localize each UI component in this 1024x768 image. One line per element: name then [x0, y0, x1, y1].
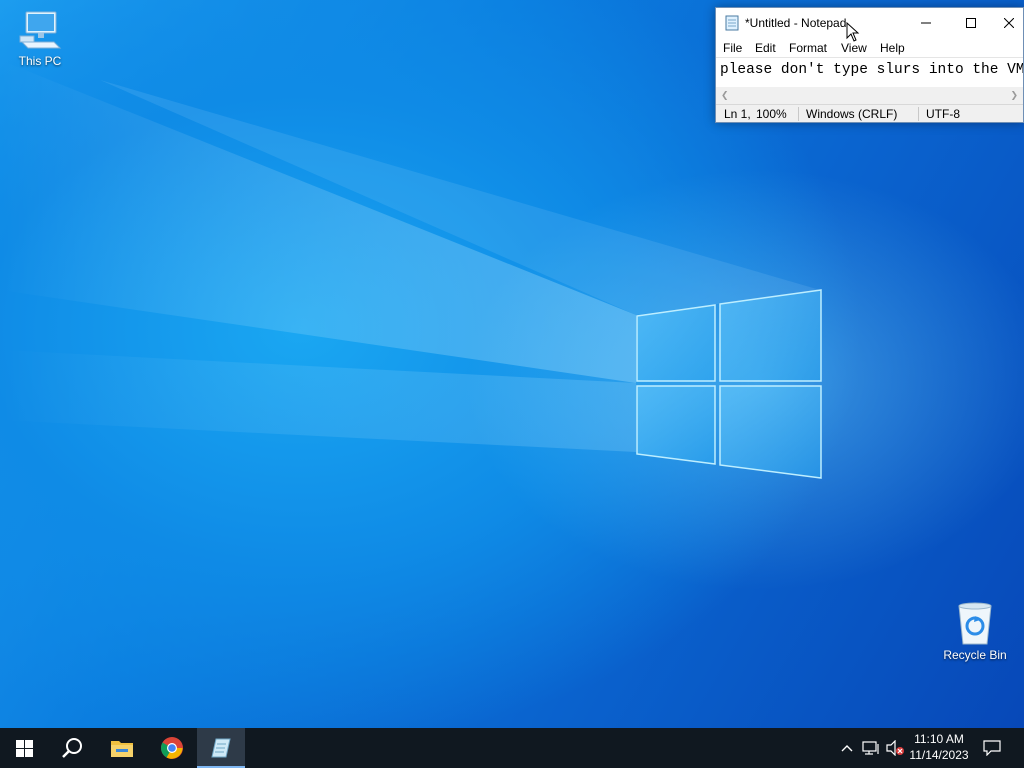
text-editor[interactable]: please don't type slurs into the VM. [716, 57, 1023, 87]
clock-time: 11:10 AM [914, 732, 964, 746]
clock-date: 11/14/2023 [909, 748, 969, 762]
this-pc-icon [19, 11, 62, 49]
taskbar: 11:10 AM 11/14/2023 [0, 728, 1024, 768]
taskbar-notepad[interactable] [197, 728, 245, 768]
notepad-titlebar[interactable]: *Untitled - Notepad [716, 8, 1023, 38]
notepad-icon [211, 738, 231, 758]
minimize-icon [920, 22, 931, 23]
close-button[interactable] [993, 8, 1024, 37]
status-divider [918, 107, 919, 121]
desktop-icon-this-pc[interactable]: This PC [2, 8, 78, 68]
minimize-button[interactable] [903, 8, 948, 37]
volume-muted-icon [886, 740, 904, 756]
menu-file[interactable]: File [723, 41, 742, 55]
network-status[interactable] [860, 728, 882, 768]
volume-control[interactable] [884, 728, 906, 768]
search-button[interactable] [48, 728, 96, 768]
maximize-button[interactable] [948, 8, 993, 37]
taskbar-chrome[interactable] [148, 728, 196, 768]
chevron-up-icon [841, 745, 853, 752]
scroll-right-arrow-icon[interactable]: ❯ [1010, 90, 1018, 101]
chrome-icon [161, 737, 183, 759]
notepad-icon [725, 15, 739, 31]
status-zoom: 100% [756, 107, 787, 121]
menu-view[interactable]: View [841, 41, 867, 55]
status-bar: Ln 1, 100% Windows (CRLF) UTF-8 [716, 104, 1023, 122]
taskbar-file-explorer[interactable] [98, 728, 146, 768]
maximize-icon [965, 17, 976, 28]
notification-icon [983, 740, 1001, 756]
desktop-icon-label: Recycle Bin [943, 648, 1007, 662]
search-icon [62, 738, 82, 758]
network-icon [862, 741, 879, 755]
menu-format[interactable]: Format [789, 41, 827, 55]
action-center-button[interactable] [978, 728, 1006, 768]
close-icon [1004, 17, 1014, 28]
show-hidden-icons-button[interactable] [838, 728, 856, 768]
scroll-left-arrow-icon[interactable]: ❮ [721, 90, 729, 101]
menu-edit[interactable]: Edit [755, 41, 776, 55]
menu-help[interactable]: Help [880, 41, 905, 55]
start-button[interactable] [0, 728, 48, 768]
status-line-ending: Windows (CRLF) [806, 107, 898, 121]
menu-bar: File Edit Format View Help [716, 38, 1023, 57]
recycle-bin-icon [958, 602, 992, 645]
editor-text: please don't type slurs into the VM. [720, 62, 1023, 78]
desktop-icon-recycle-bin[interactable]: Recycle Bin [937, 600, 1013, 662]
status-position: Ln 1, [724, 107, 751, 121]
window-title: *Untitled - Notepad [745, 16, 847, 30]
windows-start-icon [15, 739, 33, 757]
desktop-background[interactable]: This PC Recycle Bin *Untitled - Notepad [0, 0, 1024, 728]
taskbar-clock[interactable]: 11:10 AM 11/14/2023 [904, 731, 974, 763]
mouse-pointer-icon [846, 22, 860, 42]
status-divider [798, 107, 799, 121]
horizontal-scrollbar[interactable]: ❮ ❯ [716, 87, 1023, 104]
file-explorer-icon [111, 741, 133, 757]
status-encoding: UTF-8 [926, 107, 960, 121]
notepad-window[interactable]: *Untitled - Notepad File Edit Format Vie… [715, 7, 1024, 123]
desktop-icon-label: This PC [18, 54, 62, 68]
